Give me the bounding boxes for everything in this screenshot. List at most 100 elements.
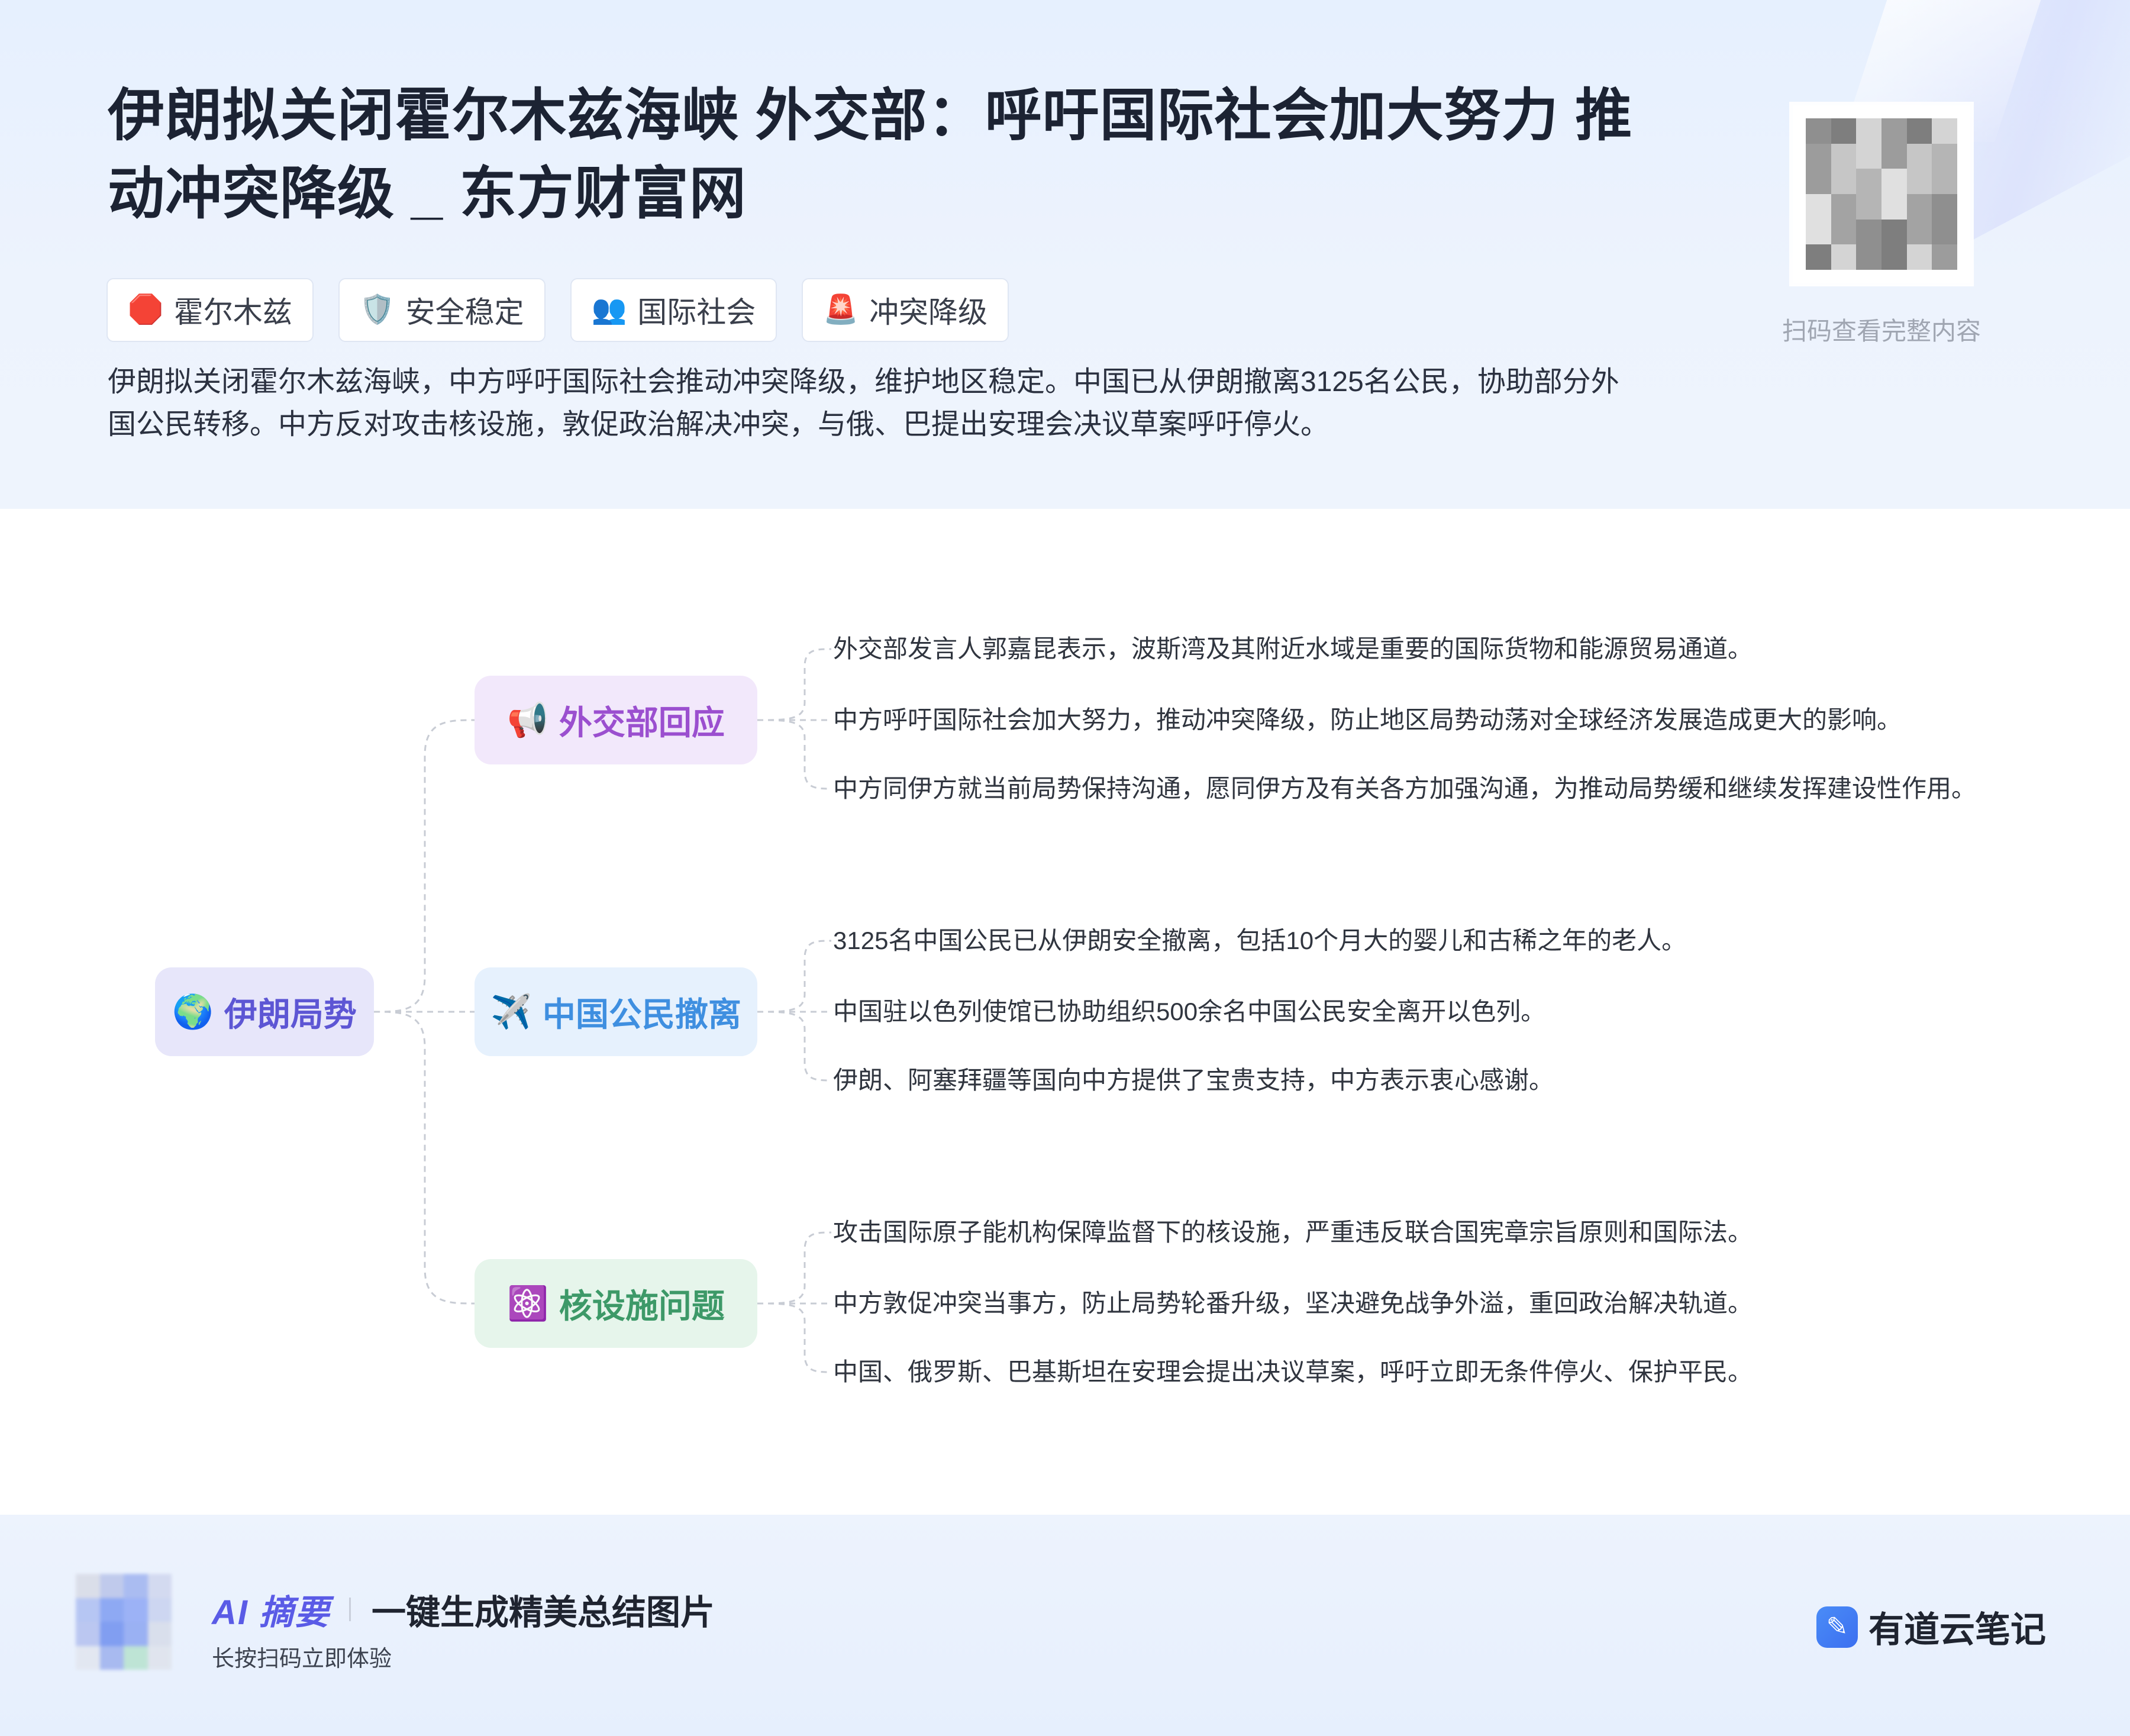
- qr-cell: [124, 1574, 148, 1598]
- qr-cell: [124, 1598, 148, 1622]
- qr-cell: [1906, 118, 1932, 144]
- footer-panel: AI 摘要 一键生成精美总结图片 长按扫码立即体验 ✎ 有道云笔记: [0, 1515, 2130, 1736]
- qr-cell: [1932, 118, 1957, 144]
- qr-cell: [76, 1598, 100, 1622]
- footer-qr-code[interactable]: [76, 1574, 172, 1670]
- header-panel: 伊朗拟关闭霍尔木兹海峡 外交部：呼吁国际社会加大努力 推动冲突降级 _ 东方财富…: [0, 0, 2130, 509]
- branch-node-nuclear[interactable]: ⚛️ 核设施问题: [475, 1259, 757, 1348]
- leaf-item: 攻击国际原子能机构保障监督下的核设施，严重违反联合国宪章宗旨原则和国际法。: [833, 1218, 1753, 1246]
- connector-line: [757, 940, 832, 1013]
- qr-cell: [1856, 169, 1882, 194]
- qr-cell: [1831, 244, 1857, 270]
- qr-cell: [1882, 194, 1907, 220]
- qr-caption: 扫码查看完整内容: [1782, 317, 1981, 345]
- tag-deescalation: 🚨 冲突降级: [802, 278, 1009, 342]
- qr-cell: [99, 1598, 124, 1622]
- qr-cell: [76, 1645, 100, 1670]
- qr-cell: [1882, 143, 1907, 169]
- branch-node-evacuation[interactable]: ✈️ 中国公民撤离: [475, 967, 757, 1056]
- ai-summary-label: AI 摘要: [212, 1593, 331, 1632]
- qr-cell: [1932, 143, 1957, 169]
- tag-label: 国际社会: [637, 296, 756, 329]
- qr-cell: [1806, 143, 1831, 169]
- tag-list: 🛑 霍尔木兹 🛡️ 安全稳定 👥 国际社会 🚨 冲突降级: [106, 278, 1009, 342]
- qr-cell: [147, 1574, 172, 1598]
- qr-cell: [1856, 244, 1882, 270]
- branch-node-foreign-ministry[interactable]: 📢 外交部回应: [475, 676, 757, 764]
- qr-cell: [99, 1622, 124, 1646]
- leaf-item: 中方同伊方就当前局势保持沟通，愿同伊方及有关各方加强沟通，为推动局势缓和继续发挥…: [833, 775, 1977, 802]
- qr-cell: [1932, 244, 1957, 270]
- leaf-item: 外交部发言人郭嘉昆表示，波斯湾及其附近水域是重要的国际货物和能源贸易通道。: [833, 635, 1753, 663]
- qr-cell: [124, 1645, 148, 1670]
- leaf-item: 中国、俄罗斯、巴基斯坦在安理会提出决议草案，呼吁立即无条件停火、保护平民。: [833, 1358, 1753, 1386]
- qr-cell: [1806, 118, 1831, 144]
- qr-cell: [1906, 244, 1932, 270]
- qr-cell: [1932, 219, 1957, 245]
- qr-cell: [1906, 169, 1932, 194]
- tag-label: 霍尔木兹: [173, 296, 292, 329]
- branch-label: 外交部回应: [559, 704, 725, 741]
- connector-line: [757, 1231, 832, 1305]
- root-node[interactable]: 🌍 伊朗局势: [155, 967, 374, 1056]
- qr-cell: [1831, 194, 1857, 220]
- tag-hormuz: 🛑 霍尔木兹: [106, 278, 314, 342]
- siren-icon: 🚨: [823, 294, 859, 325]
- qr-cell: [147, 1645, 172, 1670]
- qr-cell: [1856, 219, 1882, 245]
- qr-cell: [76, 1574, 100, 1598]
- qr-cell: [1831, 169, 1857, 194]
- mind-map: 🌍 伊朗局势 📢 外交部回应 ✈️ 中国公民撤离 ⚛️ 核设施问题 外交部发言人…: [0, 509, 2130, 1515]
- ai-subtext: 长按扫码立即体验: [212, 1647, 392, 1672]
- qr-cell: [1932, 169, 1957, 194]
- leaf-item: 中国驻以色列使馆已协助组织500余名中国公民安全离开以色列。: [833, 998, 1546, 1025]
- connector-line: [373, 1011, 475, 1305]
- leaf-item: 伊朗、阿塞拜疆等国向中方提供了宝贵支持，中方表示衷心感谢。: [833, 1066, 1554, 1094]
- qr-cell: [1882, 244, 1907, 270]
- leaf-item: 3125名中国公民已从伊朗安全撤离，包括10个月大的婴儿和古稀之年的老人。: [833, 927, 1687, 954]
- qr-cell: [1882, 219, 1907, 245]
- leaf-item: 中方呼吁国际社会加大努力，推动冲突降级，防止地区局势动荡对全球经济发展造成更大的…: [833, 706, 1902, 734]
- connector-line: [757, 648, 832, 721]
- qr-cell: [1906, 194, 1932, 220]
- people-icon: 👥: [591, 294, 627, 325]
- qr-cell: [76, 1622, 100, 1646]
- connector-line: [373, 719, 475, 1013]
- qr-cell: [1831, 118, 1857, 144]
- qr-cell: [147, 1622, 172, 1646]
- qr-cell: [1806, 244, 1831, 270]
- qr-cell: [1906, 143, 1932, 169]
- shield-icon: 🛡️: [359, 294, 395, 325]
- brand-name: 有道云笔记: [1868, 1610, 2046, 1650]
- qr-cell: [1906, 219, 1932, 245]
- qr-cell: [1856, 194, 1882, 220]
- tag-international: 👥 国际社会: [570, 278, 777, 342]
- qr-cell: [99, 1574, 124, 1598]
- divider: [349, 1598, 351, 1621]
- branch-label: 核设施问题: [559, 1287, 725, 1325]
- summary-text: 伊朗拟关闭霍尔木兹海峡，中方呼吁国际社会推动冲突降级，维护地区稳定。中国已从伊朗…: [108, 366, 1619, 440]
- connector-line: [757, 1011, 832, 1082]
- tag-security: 🛡️ 安全稳定: [338, 278, 546, 342]
- page-title: 伊朗拟关闭霍尔木兹海峡 外交部：呼吁国际社会加大努力 推动冲突降级 _ 东方财富…: [108, 84, 1633, 225]
- connector-line: [757, 719, 832, 790]
- branch-label: 中国公民撤离: [542, 995, 741, 1033]
- tag-label: 冲突降级: [869, 296, 988, 329]
- brand-logo[interactable]: ✎ 有道云笔记: [1816, 1601, 2046, 1653]
- note-pen-icon: ✎: [1816, 1606, 1858, 1648]
- leaf-item: 中方敦促冲突当事方，防止局势轮番升级，坚决避免战争外溢，重回政治解决轨道。: [833, 1289, 1753, 1317]
- qr-cell: [1806, 194, 1831, 220]
- qr-cell: [1831, 219, 1857, 245]
- qr-cell: [1882, 118, 1907, 144]
- qr-cell: [1932, 194, 1957, 220]
- qr-cell: [147, 1598, 172, 1622]
- airplane-icon: ✈️: [490, 993, 532, 1030]
- qr-cell: [1806, 169, 1831, 194]
- qr-cell: [124, 1622, 148, 1646]
- qr-cell: [1831, 143, 1857, 169]
- qr-code[interactable]: [1793, 105, 1970, 283]
- qr-cell: [1882, 169, 1907, 194]
- root-label: 伊朗局势: [224, 995, 357, 1033]
- stop-sign-icon: 🛑: [128, 294, 163, 325]
- qr-cell: [99, 1645, 124, 1670]
